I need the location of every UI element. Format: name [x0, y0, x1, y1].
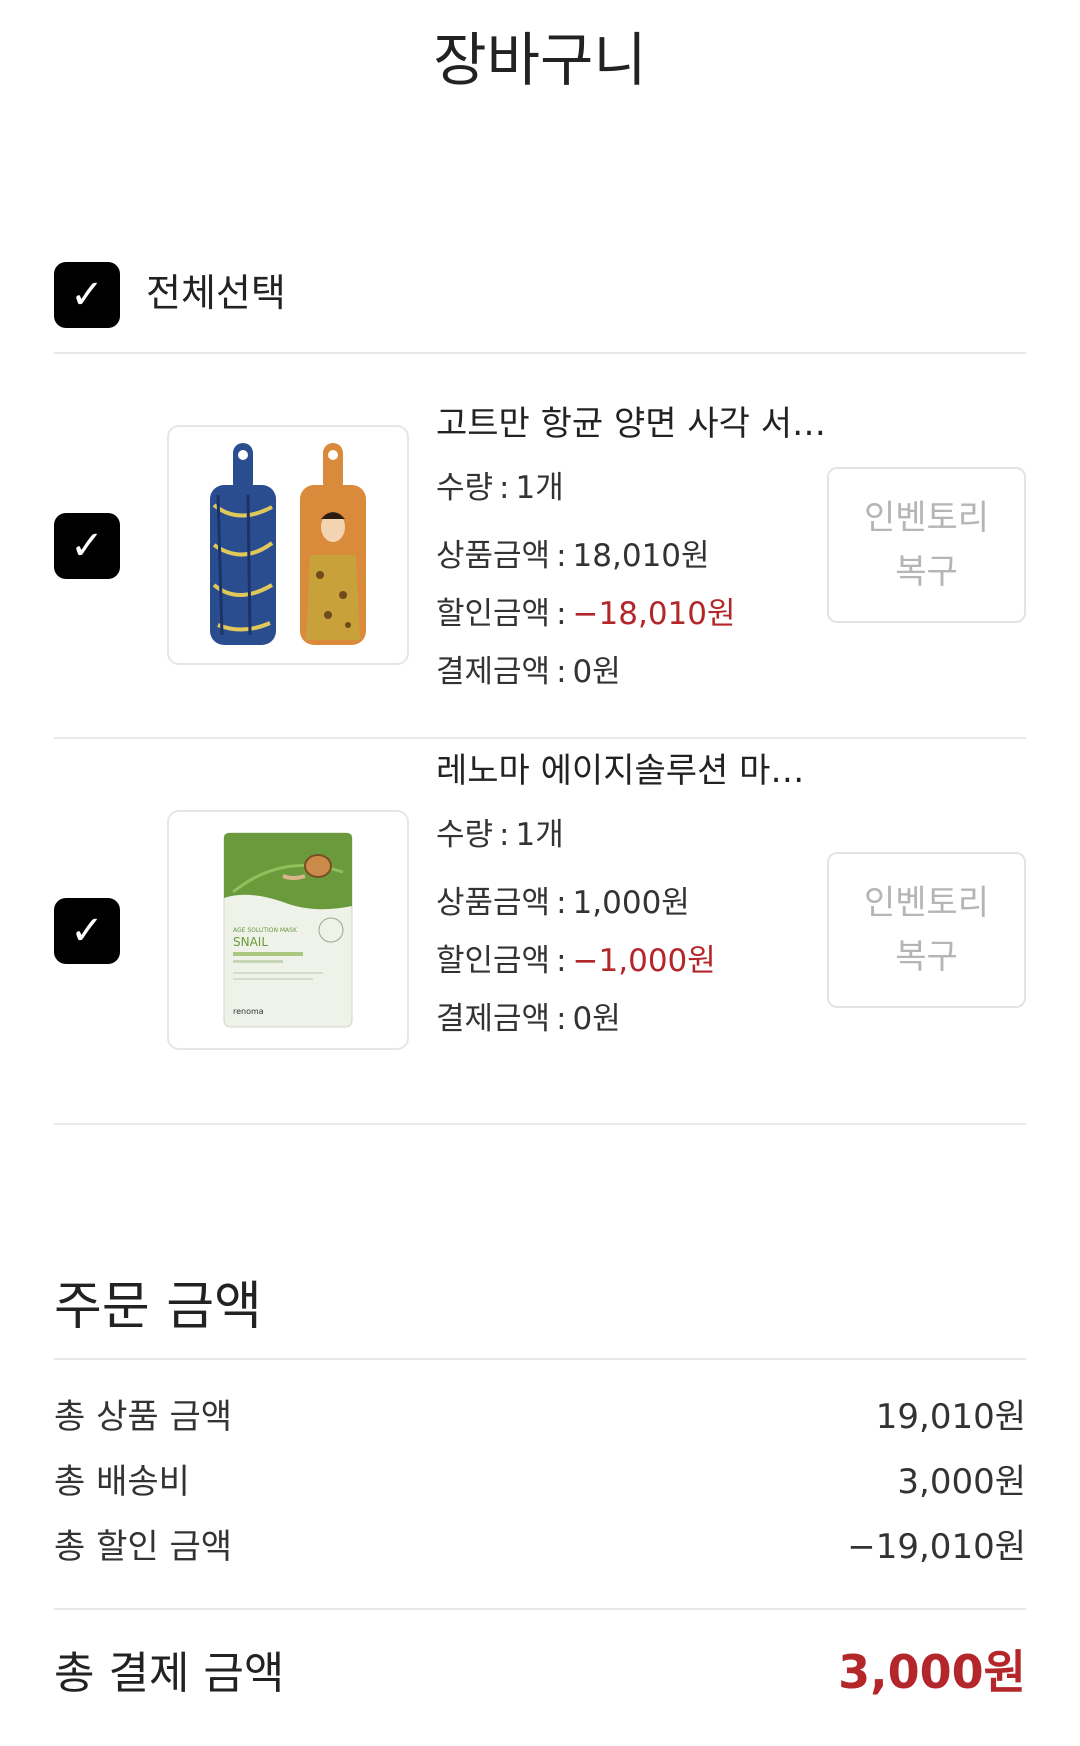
select-all-checkbox[interactable]: ✓ — [54, 262, 120, 328]
price-value: 18,010원 — [572, 538, 710, 574]
pack-brand: renoma — [233, 1007, 264, 1016]
restore-inventory-button[interactable]: 인벤토리 복구 — [827, 467, 1026, 623]
quantity-label: 수량 — [436, 470, 494, 506]
cart-page: 장바구니 ✓ 전체선택 ✓ 고트만 항균 양면 사각 서… 수량: 1개 상품… — [0, 0, 1080, 1746]
divider — [54, 1608, 1026, 1610]
summary-row-shipping: 총 배송비 3,000원 — [54, 1453, 1026, 1503]
payment-label: 결제금액 — [436, 654, 551, 690]
total-payment-row: 총 결제 금액 3,000원 — [54, 1634, 1026, 1704]
checkmark-icon: ✓ — [70, 523, 104, 569]
summary-row-value: −19,010원 — [847, 1526, 1026, 1567]
summary-row-label: 총 배송비 — [54, 1461, 190, 1502]
mask-pack-image: AGE SOLUTION MASK SNAIL renoma — [223, 832, 353, 1028]
summary-row-label: 총 상품 금액 — [54, 1396, 233, 1437]
checkmark-icon: ✓ — [70, 272, 104, 318]
discount-label: 할인금액 — [436, 596, 551, 632]
checkmark-icon: ✓ — [70, 908, 104, 954]
quantity-line: 수량:1개 — [436, 817, 564, 853]
payment-value: 0원 — [572, 654, 621, 690]
item-checkbox[interactable]: ✓ — [54, 513, 120, 579]
discount-value: −1,000원 — [572, 943, 716, 979]
quantity-label: 수량 — [436, 817, 494, 853]
payment-label: 결제금액 — [436, 1001, 551, 1037]
price-line: 상품금액:1,000원 — [436, 885, 690, 921]
payment-line: 결제금액:0원 — [436, 654, 621, 690]
product-image[interactable]: AGE SOLUTION MASK SNAIL renoma — [167, 810, 409, 1050]
divider — [54, 352, 1026, 354]
discount-label: 할인금액 — [436, 943, 551, 979]
cutting-board-image — [210, 443, 366, 645]
page-title: 장바구니 — [433, 26, 647, 94]
order-summary-title: 주문 금액 — [54, 1277, 262, 1337]
summary-row-value: 19,010원 — [875, 1396, 1026, 1437]
price-value: 1,000원 — [572, 885, 690, 921]
pack-subtitle: AGE SOLUTION MASK — [233, 927, 298, 934]
summary-row-discount: 총 할인 금액 −19,010원 — [54, 1518, 1026, 1568]
discount-line: 할인금액: −1,000원 — [436, 943, 716, 979]
product-image[interactable] — [167, 425, 409, 665]
summary-row-label: 총 할인 금액 — [54, 1526, 233, 1567]
pack-name: SNAIL — [233, 935, 268, 949]
payment-line: 결제금액:0원 — [436, 1001, 621, 1037]
discount-value: −18,010원 — [572, 596, 736, 632]
price-label: 상품금액 — [436, 885, 551, 921]
item-checkbox[interactable]: ✓ — [54, 898, 120, 964]
price-label: 상품금액 — [436, 538, 551, 574]
quantity-value: 1개 — [515, 470, 564, 506]
total-payment-value: 3,000원 — [838, 1645, 1026, 1699]
product-name[interactable]: 고트만 항균 양면 사각 서… — [436, 402, 836, 446]
restore-inventory-button[interactable]: 인벤토리 복구 — [827, 852, 1026, 1008]
total-payment-label: 총 결제 금액 — [54, 1648, 285, 1699]
restore-button-line1: 인벤토리 — [863, 883, 990, 923]
summary-row-value: 3,000원 — [897, 1461, 1026, 1502]
restore-button-line1: 인벤토리 — [863, 498, 990, 538]
discount-line: 할인금액: −18,010원 — [436, 596, 736, 632]
payment-value: 0원 — [572, 1001, 621, 1037]
restore-button-line2: 복구 — [895, 552, 958, 592]
quantity-line: 수량:1개 — [436, 470, 564, 506]
restore-button-line2: 복구 — [895, 937, 958, 977]
quantity-value: 1개 — [515, 817, 564, 853]
product-name[interactable]: 레노마 에이지솔루션 마… — [436, 749, 836, 793]
divider — [54, 1123, 1026, 1125]
divider — [54, 1358, 1026, 1360]
select-all-label: 전체선택 — [146, 271, 286, 315]
price-line: 상품금액:18,010원 — [436, 538, 710, 574]
summary-row-product-total: 총 상품 금액 19,010원 — [54, 1388, 1026, 1438]
divider — [54, 737, 1026, 739]
